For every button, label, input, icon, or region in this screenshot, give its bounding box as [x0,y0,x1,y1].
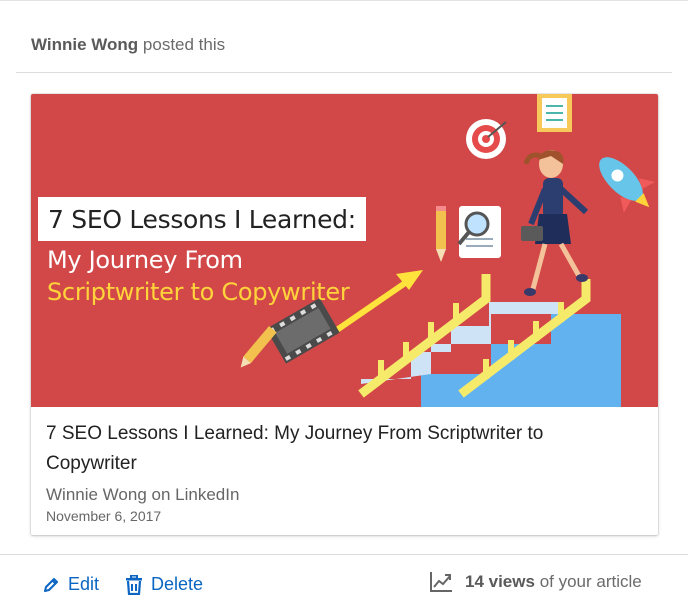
film-strip-icon [266,298,340,364]
trend-chart-icon [430,572,452,592]
pencil-icon [44,577,58,592]
author-name[interactable]: Winnie Wong [31,35,138,54]
article-preview[interactable]: 7 SEO Lessons I Learned: My Journey From… [31,94,658,535]
article-title[interactable]: 7 SEO Lessons I Learned: My Journey From… [46,419,606,479]
edit-label: Edit [68,574,100,594]
header-divider [16,72,672,73]
footer-divider [0,554,688,555]
post-actions: Edit Delete [42,574,203,595]
pencil-standing [436,209,446,249]
article-banner-image[interactable]: 7 SEO Lessons I Learned: My Journey From… [31,94,658,407]
article-views[interactable]: 14 views of your article [429,571,642,593]
banner-subtitle-line2: Scriptwriter to Copywriter [47,278,350,306]
rocket-icon [599,157,655,213]
delete-button[interactable]: Delete [125,574,203,595]
trash-icon [126,574,143,595]
views-suffix: of your article [539,572,642,591]
banner-title: 7 SEO Lessons I Learned: [38,197,366,241]
post-header: Winnie Wong posted this [31,35,225,55]
person-illustration [521,150,589,296]
post-card: Winnie Wong posted this 7 SEO Lessons I … [0,0,688,614]
magnifier-icon [464,211,490,237]
delete-label: Delete [151,574,204,594]
edit-button[interactable]: Edit [42,574,99,595]
article-source: Winnie Wong on LinkedIn [46,485,240,504]
banner-subtitle-line1: My Journey From [47,246,243,274]
pencil-illustration [240,326,277,368]
views-count: 14 views [465,572,535,591]
article-date: November 6, 2017 [46,508,162,524]
posted-label: posted this [142,35,226,54]
